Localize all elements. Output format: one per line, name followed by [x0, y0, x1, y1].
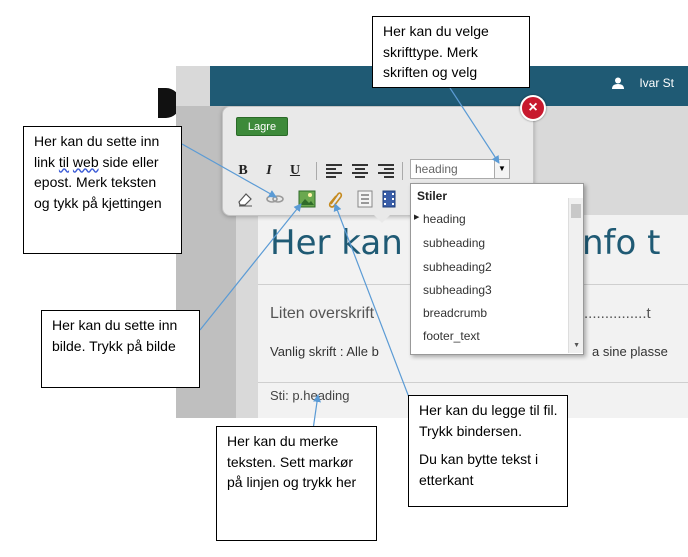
chevron-down-icon[interactable]: ▼ [494, 160, 509, 178]
callout-image: Her kan du sette inn bilde. Trykk på bil… [41, 310, 200, 388]
plain-text-left[interactable]: Vanlig skrift : Alle b [270, 344, 379, 359]
callout-image-text: Her kan du sette inn bilde. Trykk på bil… [52, 317, 178, 354]
dropdown-item[interactable]: subheading3 [423, 283, 492, 297]
dropdown-item[interactable]: subheading [423, 236, 485, 250]
callout-link: Her kan du sette inn link til web side e… [23, 126, 182, 254]
dropdown-item[interactable]: breadcrumb [423, 306, 487, 320]
user-name[interactable]: Ivar St [639, 76, 674, 90]
dropdown-item[interactable]: footer_text [423, 329, 480, 343]
callout-file-text-2: Du kan bytte tekst i etterkant [419, 451, 539, 489]
close-button[interactable]: × [520, 95, 546, 121]
paperclip-icon[interactable] [326, 190, 344, 208]
selected-marker-icon: ▶ [414, 214, 420, 221]
dropdown-scrollbar[interactable] [568, 198, 583, 353]
eraser-icon[interactable] [236, 190, 254, 208]
callout-file: Her kan du legge til fil. Trykk binderse… [408, 395, 568, 507]
underline-button[interactable]: U [288, 162, 302, 180]
page-heading-right[interactable]: nfo t [582, 223, 660, 263]
styles-dropdown[interactable]: Stiler ▶ heading subheading subheading2 … [410, 183, 584, 355]
scroll-down-icon[interactable]: ▼ [573, 342, 580, 349]
divider [258, 382, 688, 383]
video-icon[interactable] [380, 190, 398, 208]
dropdown-item[interactable]: subheading2 [423, 260, 492, 274]
style-select[interactable]: heading ▼ [410, 159, 510, 179]
style-select-value: heading [415, 162, 458, 176]
small-heading[interactable]: Liten overskrift [270, 305, 374, 323]
template-icon[interactable] [356, 190, 374, 208]
popup-notch [372, 213, 392, 223]
callout-font-text: Her kan du velge skrifttype. Merk skrift… [383, 23, 489, 81]
dropdown-item[interactable]: heading [423, 212, 466, 226]
bold-button[interactable]: B [236, 162, 250, 180]
callout-font: Her kan du velge skrifttype. Merk skrift… [372, 16, 530, 88]
align-left-icon[interactable] [326, 164, 342, 178]
toolbar-separator [402, 162, 403, 180]
dotted-text[interactable]: ...............t [584, 305, 651, 322]
callout-mark-text: Her kan du merke teksten. Sett markør på… [227, 433, 357, 491]
align-center-icon[interactable] [352, 164, 368, 178]
link-icon[interactable] [266, 190, 284, 208]
dropdown-title: Stiler [417, 189, 448, 203]
scrollbar-thumb[interactable] [571, 204, 581, 218]
align-right-icon[interactable] [378, 164, 394, 178]
user-icon [612, 77, 624, 89]
callout-link-word-web: web [72, 153, 99, 170]
element-path[interactable]: Sti: p.heading [270, 388, 350, 403]
callout-file-text-1: Her kan du legge til fil. Trykk binderse… [419, 402, 558, 439]
callout-link-word-til: til [58, 153, 70, 170]
page-heading-left[interactable]: Her kan [270, 223, 403, 263]
image-icon[interactable] [298, 190, 316, 208]
plain-text-right[interactable]: a sine plasse [592, 344, 668, 359]
italic-button[interactable]: I [262, 162, 276, 180]
toolbar-separator [316, 162, 317, 180]
save-button[interactable]: Lagre [236, 117, 288, 136]
callout-mark: Her kan du merke teksten. Sett markør på… [216, 426, 377, 541]
